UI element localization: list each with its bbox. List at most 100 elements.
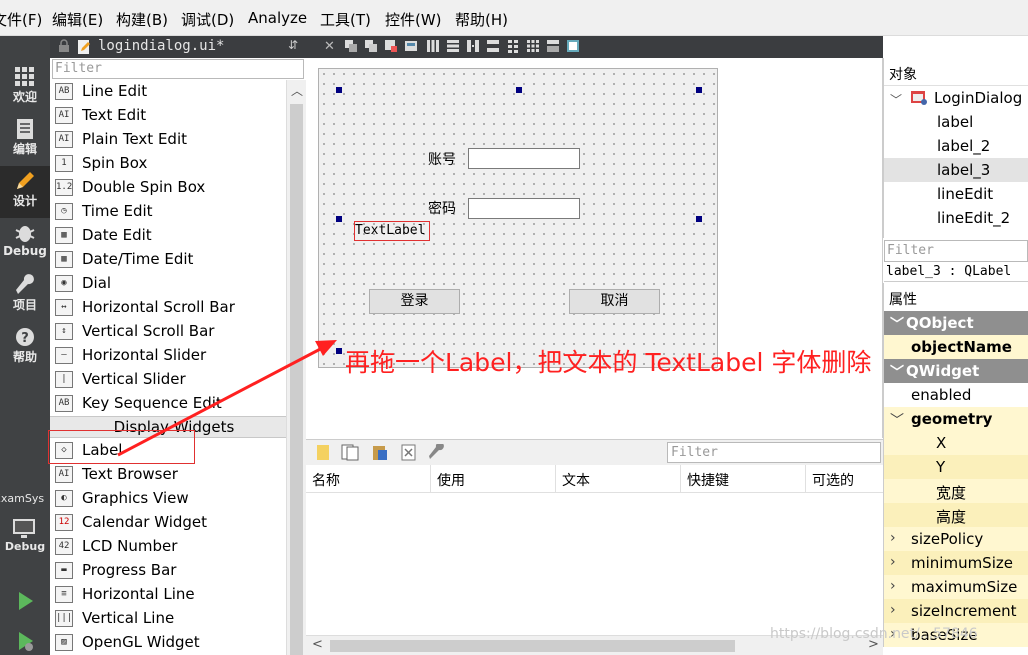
file-dropdown-icon[interactable]: ⇵	[288, 38, 298, 52]
menu-debug[interactable]: 调试(D)	[181, 9, 234, 30]
property-filter-input[interactable]: Filter	[884, 240, 1028, 262]
object-item[interactable]: lineEdit	[884, 182, 1028, 206]
widget-plain-text-edit[interactable]: AI Plain Text Edit	[50, 128, 286, 152]
resize-handle[interactable]	[336, 348, 342, 354]
layout-vertical-icon[interactable]	[446, 39, 460, 53]
menu-edit[interactable]: 编辑(E)	[52, 9, 103, 30]
chevron-right-icon[interactable]: ›	[890, 602, 896, 618]
mode-edit[interactable]: 编辑	[0, 114, 50, 166]
break-layout-icon[interactable]	[546, 39, 560, 53]
menu-file[interactable]: 文件(F)	[0, 9, 42, 30]
copy-icon[interactable]	[341, 444, 359, 465]
widget-progress-bar[interactable]: ▬ Progress Bar	[50, 559, 286, 583]
object-root[interactable]: ﹀ LoginDialog	[884, 86, 1028, 110]
chevron-down-icon[interactable]: ﹀	[890, 91, 902, 108]
widget-text-edit[interactable]: AI Text Edit	[50, 104, 286, 128]
paste-icon[interactable]	[371, 444, 389, 465]
widget-horizontal-scroll-bar[interactable]: ↔ Horizontal Scroll Bar	[50, 296, 286, 320]
widget-graphics-view[interactable]: ◐ Graphics View	[50, 487, 286, 511]
widget-double-spin-box[interactable]: 1.2 Double Spin Box	[50, 176, 286, 200]
widget-vertical-scroll-bar[interactable]: ↕ Vertical Scroll Bar	[50, 320, 286, 344]
scroll-thumb[interactable]	[290, 104, 303, 655]
widget-text-browser[interactable]: AI Text Browser	[50, 463, 286, 487]
object-item[interactable]: label_2	[884, 134, 1028, 158]
resize-handle[interactable]	[696, 87, 702, 93]
prop-size-policy[interactable]: › sizePolicy	[883, 527, 1028, 551]
object-item-selected[interactable]: label_3	[884, 158, 1028, 182]
account-line-edit[interactable]	[468, 148, 580, 169]
widget-box-scrollbar[interactable]: ︿	[286, 80, 306, 655]
close-icon[interactable]: ✕	[324, 39, 338, 54]
delete-icon[interactable]	[401, 444, 417, 465]
menu-build[interactable]: 构建(B)	[116, 9, 168, 30]
prop-object-name[interactable]: objectName	[883, 335, 1028, 359]
menu-widgets[interactable]: 控件(W)	[385, 9, 442, 30]
debug-run-button[interactable]	[0, 626, 50, 655]
column-used[interactable]: 使用	[437, 470, 465, 490]
prop-maximum-size[interactable]: › maximumSize	[883, 575, 1028, 599]
prop-geometry-width[interactable]: 宽度	[883, 479, 1028, 503]
mode-projects[interactable]: 项目	[0, 270, 50, 322]
configure-icon[interactable]	[428, 442, 446, 465]
widget-vertical-slider[interactable]: | Vertical Slider	[50, 368, 286, 392]
edit-signals-icon[interactable]	[364, 39, 378, 53]
open-file-name[interactable]: logindialog.ui*	[98, 38, 224, 54]
prop-geometry-y[interactable]: Y	[883, 455, 1028, 479]
menu-analyze[interactable]: Analyze	[248, 9, 307, 27]
scroll-thumb[interactable]	[330, 640, 735, 652]
prop-size-increment[interactable]: › sizeIncrement	[883, 599, 1028, 623]
widget-spin-box[interactable]: 1 Spin Box	[50, 152, 286, 176]
layout-grid-icon[interactable]	[526, 39, 540, 53]
prop-geometry[interactable]: ﹀ geometry	[883, 407, 1028, 431]
password-line-edit[interactable]	[468, 198, 580, 219]
mode-design[interactable]: 设计	[0, 166, 50, 218]
prop-minimum-size[interactable]: › minimumSize	[883, 551, 1028, 575]
widget-filter-input[interactable]: Filter	[52, 59, 304, 79]
edit-buddies-icon[interactable]	[384, 39, 398, 53]
resize-handle[interactable]	[696, 216, 702, 222]
widget-datetime-edit[interactable]: ▦ Date/Time Edit	[50, 248, 286, 272]
cancel-button[interactable]: 取消	[569, 289, 660, 314]
layout-horizontal-icon[interactable]	[426, 39, 440, 53]
menu-help[interactable]: 帮助(H)	[455, 9, 508, 30]
widget-horizontal-line[interactable]: ≡ Horizontal Line	[50, 583, 286, 607]
layout-form-icon[interactable]	[506, 39, 520, 53]
widget-horizontal-slider[interactable]: — Horizontal Slider	[50, 344, 286, 368]
widget-dial[interactable]: ◉ Dial	[50, 272, 286, 296]
adjust-size-icon[interactable]	[566, 39, 580, 53]
column-name[interactable]: 名称	[312, 470, 340, 490]
resize-handle[interactable]	[516, 87, 522, 93]
chevron-right-icon[interactable]: ›	[890, 578, 896, 594]
column-checkable[interactable]: 可选的	[812, 470, 854, 490]
mode-welcome[interactable]: 欢迎	[0, 62, 50, 114]
new-text-label[interactable]: TextLabel	[354, 221, 430, 241]
resize-handle[interactable]	[336, 87, 342, 93]
chevron-right-icon[interactable]: ›	[890, 554, 896, 570]
account-label[interactable]: 账号	[428, 149, 456, 169]
mode-debug[interactable]: Debug	[0, 218, 50, 270]
menu-tools[interactable]: 工具(T)	[320, 9, 371, 30]
prop-group-qwidget[interactable]: ﹀ QWidget	[883, 359, 1028, 383]
widget-line-edit[interactable]: AB Line Edit	[50, 80, 286, 104]
kit-selector[interactable]: Debug	[0, 514, 50, 564]
action-filter-input[interactable]: Filter	[667, 442, 881, 463]
layout-splitter-v-icon[interactable]	[486, 39, 500, 53]
scroll-left-icon[interactable]: <	[312, 637, 323, 652]
password-label[interactable]: 密码	[428, 198, 456, 218]
resize-handle[interactable]	[336, 216, 342, 222]
widget-lcd-number[interactable]: 42 LCD Number	[50, 535, 286, 559]
layout-splitter-h-icon[interactable]	[466, 39, 480, 53]
prop-geometry-x[interactable]: X	[883, 431, 1028, 455]
prop-group-qobject[interactable]: ﹀ QObject	[883, 311, 1028, 335]
chevron-down-icon[interactable]: ﹀	[890, 410, 904, 430]
column-text[interactable]: 文本	[562, 470, 590, 490]
widget-date-edit[interactable]: ▦ Date Edit	[50, 224, 286, 248]
widget-opengl[interactable]: ▨ OpenGL Widget	[50, 631, 286, 655]
prop-geometry-height[interactable]: 高度	[883, 503, 1028, 527]
column-shortcut[interactable]: 快捷键	[687, 470, 729, 490]
scroll-up-icon[interactable]: ︿	[291, 82, 303, 99]
new-action-icon[interactable]	[316, 444, 330, 465]
mode-help[interactable]: ? 帮助	[0, 322, 50, 374]
object-item[interactable]: label	[884, 110, 1028, 134]
object-item[interactable]: lineEdit_2	[884, 206, 1028, 230]
